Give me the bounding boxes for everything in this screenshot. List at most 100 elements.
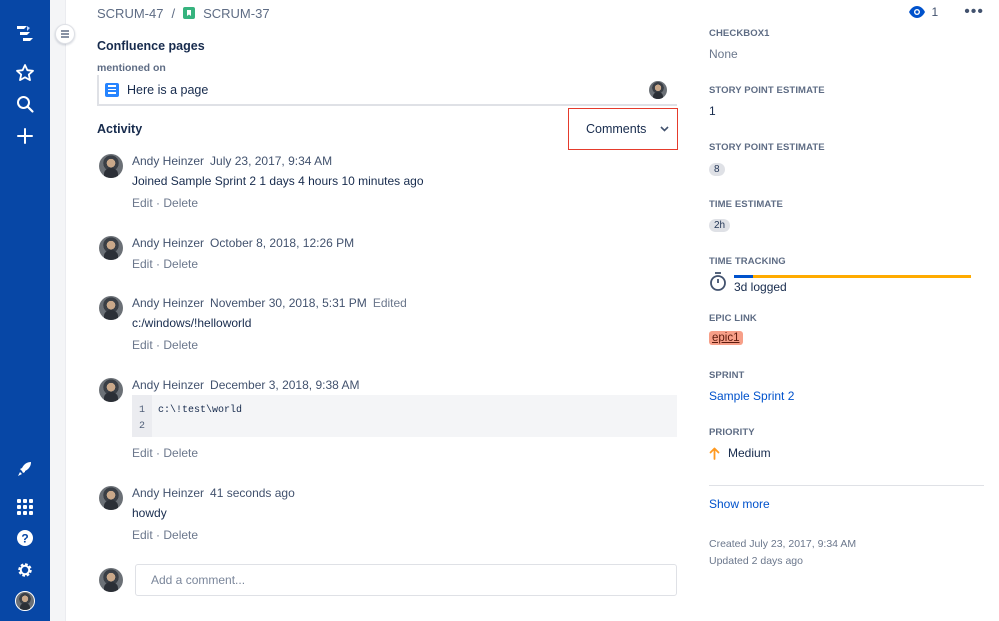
delete-comment-link[interactable]: Delete (163, 338, 198, 352)
field-label: STORY POINT ESTIMATE (709, 85, 825, 96)
comment-timestamp[interactable]: July 23, 2017, 9:34 AM (210, 154, 332, 168)
settings-icon[interactable] (13, 558, 37, 582)
comment-author[interactable]: Andy Heinzer (132, 236, 204, 250)
create-icon[interactable] (13, 124, 37, 148)
avatar (99, 568, 123, 592)
confluence-page-title[interactable]: Here is a page (127, 83, 208, 97)
breadcrumb-current-link[interactable]: SCRUM-37 (203, 6, 269, 21)
action-separator: · (156, 446, 161, 460)
activity-heading: Activity (97, 122, 143, 136)
apps-grid-icon[interactable] (13, 495, 37, 519)
comment-author[interactable]: Andy Heinzer (132, 296, 204, 310)
global-navigation: ? (0, 0, 50, 621)
eye-icon (908, 6, 925, 18)
story-point-estimate-value[interactable]: 1 (709, 104, 716, 118)
edit-comment-link[interactable]: Edit (132, 257, 153, 271)
avatar (99, 236, 123, 260)
comment-body: Joined Sample Sprint 2 1 days 4 hours 10… (132, 174, 424, 188)
avatar (99, 486, 123, 510)
issue-details-panel: 1 ••• CHECKBOX1 None STORY POINT ESTIMAT… (709, 0, 984, 621)
time-estimate-lozenge[interactable]: 2h (709, 219, 731, 232)
search-icon[interactable] (13, 92, 37, 116)
field-label: PRIORITY (709, 427, 755, 438)
field-label: STORY POINT ESTIMATE (709, 142, 825, 153)
help-icon[interactable]: ? (13, 526, 37, 550)
code-line-numbers: 12 (132, 395, 152, 437)
add-comment-area: Add a comment... (97, 564, 679, 596)
comment-author[interactable]: Andy Heinzer (132, 486, 204, 500)
edit-comment-link[interactable]: Edit (132, 196, 153, 210)
breadcrumb-parent-link[interactable]: SCRUM-47 (97, 6, 163, 21)
comment-timestamp[interactable]: 41 seconds ago (210, 486, 295, 500)
action-separator: · (156, 528, 161, 542)
comment-timestamp[interactable]: November 30, 2018, 5:31 PM (210, 296, 367, 310)
priority-label: Medium (728, 446, 771, 460)
comment-body: c:/windows/!helloworld (132, 316, 252, 330)
comment-author[interactable]: Andy Heinzer (132, 154, 204, 168)
watch-count: 1 (931, 5, 939, 19)
field-label: EPIC LINK (709, 313, 757, 324)
avatar (99, 154, 123, 178)
document-icon (105, 82, 119, 97)
show-more-link[interactable]: Show more (709, 497, 770, 511)
comment-timestamp[interactable]: December 3, 2018, 9:38 AM (210, 378, 359, 392)
priority-medium-arrow-icon (709, 447, 720, 460)
field-label: TIME TRACKING (709, 256, 786, 267)
action-separator: · (156, 257, 161, 271)
delete-comment-link[interactable]: Delete (163, 446, 198, 460)
avatar (99, 378, 123, 402)
add-comment-input[interactable]: Add a comment... (135, 564, 677, 596)
mentioned-on-label: mentioned on (97, 62, 166, 74)
activity-filter-dropdown[interactable]: Comments (568, 108, 678, 150)
field-label: SPRINT (709, 370, 745, 381)
checkbox1-value[interactable]: None (709, 47, 738, 61)
sidebar-collapse-button[interactable] (55, 24, 75, 44)
code-block: 12 c:\!test\world (132, 395, 677, 437)
edit-comment-link[interactable]: Edit (132, 338, 153, 352)
activity-filter-label: Comments (586, 122, 647, 136)
profile-avatar[interactable] (13, 589, 37, 613)
story-icon (183, 7, 196, 19)
edit-comment-link[interactable]: Edit (132, 446, 153, 460)
field-label: TIME ESTIMATE (709, 199, 783, 210)
confluence-page-row[interactable]: Here is a page (97, 75, 677, 106)
time-tracking-bar (734, 275, 971, 278)
stopwatch-icon (710, 272, 726, 291)
time-logged-fill (734, 275, 753, 278)
time-tracking-widget[interactable]: 3d logged (709, 272, 971, 294)
epic-link-lozenge[interactable]: epic1 (709, 331, 743, 345)
divider (709, 485, 984, 486)
sprint-link[interactable]: Sample Sprint 2 (709, 389, 794, 403)
watch-button[interactable]: 1 (908, 5, 939, 19)
issue-toolbar: 1 ••• (908, 4, 985, 20)
delete-comment-link[interactable]: Delete (163, 196, 198, 210)
jira-logo-icon[interactable] (13, 22, 37, 46)
action-separator: · (156, 338, 161, 352)
updated-timestamp: Updated 2 days ago (709, 555, 803, 567)
delete-comment-link[interactable]: Delete (163, 257, 198, 271)
edit-comment-link[interactable]: Edit (132, 528, 153, 542)
star-icon[interactable] (13, 61, 37, 85)
breadcrumb: SCRUM-47 / SCRUM-37 (97, 5, 270, 21)
edited-label: Edited (372, 296, 407, 310)
menu-icon (61, 30, 69, 38)
chevron-down-icon (660, 126, 670, 132)
story-point-estimate-lozenge[interactable]: 8 (709, 163, 725, 176)
comment-body: howdy (132, 506, 167, 520)
action-separator: · (156, 196, 161, 210)
comment-author[interactable]: Andy Heinzer (132, 378, 204, 392)
created-timestamp: Created July 23, 2017, 9:34 AM (709, 538, 857, 550)
field-label: CHECKBOX1 (709, 28, 770, 39)
breadcrumb-separator: / (171, 5, 176, 21)
svg-text:?: ? (21, 532, 28, 546)
more-actions-button[interactable]: ••• (964, 4, 984, 20)
comment-timestamp[interactable]: October 8, 2018, 12:26 PM (210, 236, 354, 250)
sidebar-strip (50, 0, 66, 621)
code-text: c:\!test\world (158, 405, 243, 416)
rocket-icon[interactable] (13, 457, 37, 481)
issue-main-panel: SCRUM-47 / SCRUM-37 Confluence pages men… (97, 0, 679, 621)
priority-value[interactable]: Medium (709, 446, 771, 460)
time-logged-value: 3d logged (734, 280, 787, 294)
avatar (649, 81, 667, 99)
delete-comment-link[interactable]: Delete (163, 528, 198, 542)
